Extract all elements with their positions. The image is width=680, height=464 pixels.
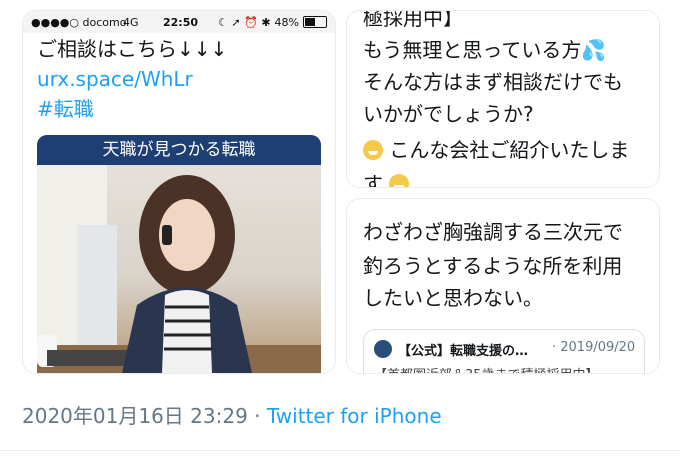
ad-photo[interactable]: 天職が見つかる転職 (37, 135, 321, 373)
grin-emoji-icon (363, 140, 383, 160)
clock: 22:50 (163, 15, 199, 29)
text-fragment: こんな会社ご紹介いたしま (389, 138, 630, 162)
divider (0, 450, 680, 451)
hashtag-link[interactable]: #転職 (37, 95, 94, 123)
tweet-text: ご相談はこちら↓↓↓ (37, 37, 228, 61)
tweet-link[interactable]: urx.space/WhLr (37, 65, 193, 93)
reply-tweet-card[interactable]: わざわざ胸強調する三次元で 釣ろうとするような所を利用 したいと思わない。 【公… (346, 198, 660, 374)
text-line: そんな方はまず相談だけでも (363, 70, 623, 94)
battery-icon (303, 16, 327, 28)
avatar (374, 340, 392, 358)
text-line: わざわざ胸強調する三次元で (363, 220, 623, 244)
tweet-meta: 2020年01月16日 23:29 · Twitter for iPhone (22, 400, 442, 429)
status-icons: ☾ ➚ ⏰ ✱ (218, 15, 271, 29)
text-line: いかがでしょうか? (363, 102, 534, 126)
quoted-preview: 【首都圏近郊＆35歳まで積極採用中】 (374, 364, 599, 373)
woman-on-phone-image (37, 165, 321, 373)
text-line: す (363, 169, 410, 188)
text-line: こんな会社ご紹介いたしま (363, 135, 629, 165)
phone-status-bar: ●●●●○ docomo 4G 22:50 ☾ ➚ ⏰ ✱ 48% (23, 11, 335, 33)
text-line: 釣ろうとするような所を利用 (363, 254, 623, 278)
quoted-tweet[interactable]: 【公式】転職支援の… · 2019/09/20 【首都圏近郊＆35歳まで積極採用… (363, 329, 645, 373)
text-line: したいと思わない。 (363, 286, 543, 310)
text-line: もう無理と思っている方💦 (363, 38, 607, 62)
screenshot-card[interactable]: ●●●●○ docomo 4G 22:50 ☾ ➚ ⏰ ✱ 48% ご相談はこち… (22, 10, 336, 374)
quoted-author: 【公式】転職支援の… (398, 344, 529, 359)
source-link[interactable]: Twitter for iPhone (267, 404, 442, 428)
text-line: 極採用中】 (363, 10, 463, 30)
quoted-date: · 2019/09/20 (552, 340, 636, 355)
carrier: ●●●●○ docomo (31, 15, 127, 29)
tweet-card-ad-text[interactable]: 極採用中】 もう無理と思っている方💦 そんな方はまず相談だけでも いかがでしょう… (346, 10, 660, 188)
text-fragment: す (363, 172, 383, 188)
battery-percent: 48% (274, 15, 299, 29)
timestamp: 2020年01月16日 23:29 · (22, 404, 267, 428)
grin-emoji-icon (389, 174, 410, 187)
network: 4G (123, 15, 139, 29)
